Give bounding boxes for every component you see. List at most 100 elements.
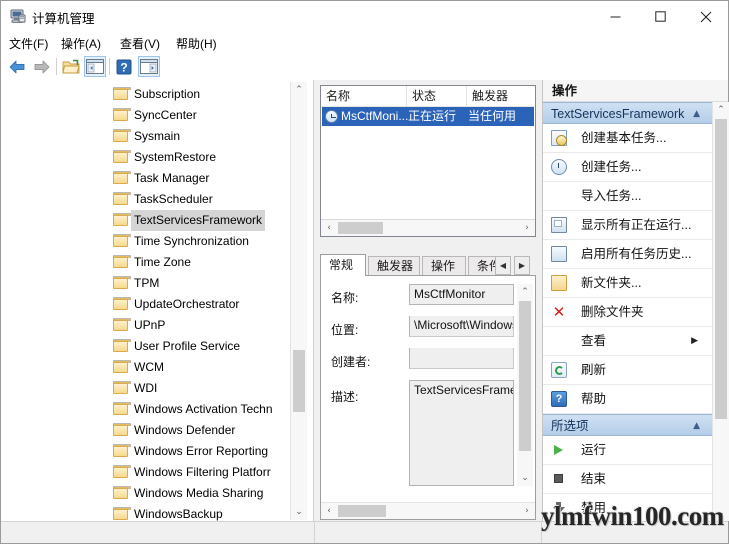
action-item[interactable]: 启用所有任务历史... bbox=[543, 240, 712, 269]
tree-item-label: Task Manager bbox=[134, 168, 209, 189]
tab-prev-button[interactable]: ◀ bbox=[495, 256, 511, 275]
back-icon[interactable] bbox=[7, 57, 27, 77]
menu-item-help[interactable]: 帮助(H) bbox=[176, 35, 217, 52]
tree-item-selected[interactable]: TextServicesFramework bbox=[1, 210, 297, 231]
tree-item[interactable]: UPnP bbox=[1, 315, 297, 336]
task-list[interactable]: 名称 状态 触发器 MsCtfMoni... 正在运行 当任何用 ‹ › bbox=[320, 85, 536, 237]
open-folder-icon[interactable] bbox=[61, 57, 81, 77]
tree-item[interactable]: Sysmain bbox=[1, 126, 297, 147]
tree-item[interactable]: Task Manager bbox=[1, 168, 297, 189]
tree-item[interactable]: WindowsBackup bbox=[1, 504, 297, 521]
tree-item[interactable]: SystemRestore bbox=[1, 147, 297, 168]
tree-item[interactable]: TPM bbox=[1, 273, 297, 294]
detail-horizontal-scrollbar[interactable]: ‹ › bbox=[321, 502, 535, 519]
detail-hscroll-thumb[interactable] bbox=[338, 505, 386, 517]
column-header-status[interactable]: 状态 bbox=[407, 86, 467, 106]
folder-icon bbox=[113, 276, 128, 289]
menu-item-view[interactable]: 查看(V) bbox=[120, 35, 160, 52]
tree-item[interactable]: Windows Error Reporting bbox=[1, 441, 297, 462]
actions-scroll-up-arrow[interactable]: ⌃ bbox=[713, 102, 729, 118]
help-icon[interactable]: ? bbox=[114, 57, 134, 77]
menu-item-action[interactable]: 操作(A) bbox=[61, 35, 101, 52]
tab-actions[interactable]: 操作 bbox=[422, 256, 466, 276]
action-item[interactable]: 刷新 bbox=[543, 356, 712, 385]
actions-scroll-thumb[interactable] bbox=[715, 119, 727, 419]
detail-scroll-left-arrow[interactable]: ‹ bbox=[321, 503, 337, 519]
tree-item[interactable]: TaskScheduler bbox=[1, 189, 297, 210]
close-button[interactable] bbox=[683, 1, 728, 32]
field-value-name[interactable]: MsCtfMonitor bbox=[409, 284, 514, 305]
detail-scroll-thumb[interactable] bbox=[519, 301, 531, 451]
action-item[interactable]: 创建任务... bbox=[543, 153, 712, 182]
action-item-label: 查看 bbox=[581, 327, 606, 355]
tree-scroll-down-arrow[interactable]: ⌄ bbox=[291, 504, 307, 520]
column-header-name[interactable]: 名称 bbox=[321, 86, 407, 106]
tree-scroll-up-arrow[interactable]: ⌃ bbox=[291, 82, 307, 98]
column-header-trigger[interactable]: 触发器 bbox=[467, 86, 536, 106]
actions-group-header[interactable]: 所选项▲ bbox=[543, 414, 712, 436]
tree-item-label: Windows Defender bbox=[134, 420, 235, 441]
show-hide-console-tree-icon[interactable] bbox=[84, 56, 106, 77]
tree-item[interactable]: SyncCenter bbox=[1, 105, 297, 126]
tree-item[interactable]: Subscription bbox=[1, 84, 297, 105]
tree-item[interactable]: Time Synchronization bbox=[1, 231, 297, 252]
collapse-caret-icon[interactable]: ▲ bbox=[693, 103, 700, 125]
run-icon bbox=[551, 442, 567, 458]
tab-next-button[interactable]: ▶ bbox=[514, 256, 530, 275]
field-value-author[interactable] bbox=[409, 348, 514, 369]
menu-item-file[interactable]: 文件(F) bbox=[9, 35, 48, 52]
table-row[interactable]: MsCtfMoni... 正在运行 当任何用 bbox=[322, 107, 534, 126]
forward-icon[interactable] bbox=[32, 57, 52, 77]
actions-vertical-scrollbar[interactable]: ⌃ ⌄ bbox=[712, 102, 729, 521]
tree-item-label: TextServicesFramework bbox=[131, 210, 265, 231]
tree-item[interactable]: UpdateOrchestrator bbox=[1, 294, 297, 315]
submenu-arrow-icon[interactable]: ▶ bbox=[691, 327, 698, 355]
task-list-header: 名称 状态 触发器 bbox=[321, 86, 535, 107]
detail-scroll-right-arrow[interactable]: › bbox=[519, 503, 535, 519]
field-label-location: 位置: bbox=[331, 321, 358, 338]
action-item[interactable]: 新文件夹... bbox=[543, 269, 712, 298]
action-item[interactable]: 查看 ▶ bbox=[543, 327, 712, 356]
action-item[interactable]: ✕删除文件夹 bbox=[543, 298, 712, 327]
task-list-horizontal-scrollbar[interactable]: ‹ › bbox=[321, 219, 535, 236]
minimize-button[interactable] bbox=[593, 1, 638, 32]
action-item[interactable]: 结束 bbox=[543, 465, 712, 494]
action-item[interactable]: 运行 bbox=[543, 436, 712, 465]
collapse-caret-icon[interactable]: ▲ bbox=[693, 415, 700, 437]
tree-item[interactable]: Time Zone bbox=[1, 252, 297, 273]
tree-item-label: UPnP bbox=[134, 315, 165, 336]
tree-item[interactable]: Windows Activation Techn bbox=[1, 399, 297, 420]
detail-vertical-scrollbar[interactable]: ⌃ ⌄ bbox=[517, 284, 533, 486]
task-list-scroll-right-arrow[interactable]: › bbox=[519, 220, 535, 236]
tree-item-label: WindowsBackup bbox=[134, 504, 223, 521]
action-item[interactable]: 创建基本任务... bbox=[543, 124, 712, 153]
tab-general[interactable]: 常规 bbox=[320, 254, 366, 276]
detail-scroll-up-arrow[interactable]: ⌃ bbox=[517, 284, 533, 300]
tree-item[interactable]: WCM bbox=[1, 357, 297, 378]
field-value-location[interactable]: \Microsoft\Windows\ bbox=[409, 316, 514, 337]
task-list-hscroll-thumb[interactable] bbox=[338, 222, 383, 234]
tree-vertical-scrollbar[interactable]: ⌃ ⌄ bbox=[290, 82, 307, 520]
console-tree[interactable]: SubscriptionSyncCenterSysmainSystemResto… bbox=[1, 84, 297, 521]
actions-list[interactable]: TextServicesFramework▲创建基本任务...创建任务...导入… bbox=[543, 102, 712, 543]
tree-item[interactable]: User Profile Service bbox=[1, 336, 297, 357]
toolbar: ? bbox=[1, 53, 728, 81]
action-item[interactable]: 导入任务... bbox=[543, 182, 712, 211]
actions-pane: 操作 TextServicesFramework▲创建基本任务...创建任务..… bbox=[542, 80, 728, 543]
tree-item[interactable]: Windows Media Sharing bbox=[1, 483, 297, 504]
action-item[interactable]: 显示所有正在运行... bbox=[543, 211, 712, 240]
tab-triggers[interactable]: 触发器 bbox=[368, 256, 420, 276]
tree-scroll-thumb[interactable] bbox=[293, 350, 305, 412]
maximize-button[interactable] bbox=[638, 1, 683, 32]
detail-scroll-down-arrow[interactable]: ⌄ bbox=[517, 470, 533, 486]
tree-item[interactable]: Windows Filtering Platforr bbox=[1, 462, 297, 483]
field-value-description[interactable]: TextServicesFramewo bbox=[409, 380, 514, 486]
task-list-scroll-left-arrow[interactable]: ‹ bbox=[321, 220, 337, 236]
show-hide-action-pane-icon[interactable] bbox=[138, 56, 160, 77]
action-item[interactable]: ?帮助 bbox=[543, 385, 712, 414]
tree-item[interactable]: WDI bbox=[1, 378, 297, 399]
tree-item[interactable]: Windows Defender bbox=[1, 420, 297, 441]
field-label-author: 创建者: bbox=[331, 353, 370, 370]
tree-item-label: TaskScheduler bbox=[134, 189, 213, 210]
actions-group-header[interactable]: TextServicesFramework▲ bbox=[543, 102, 712, 124]
